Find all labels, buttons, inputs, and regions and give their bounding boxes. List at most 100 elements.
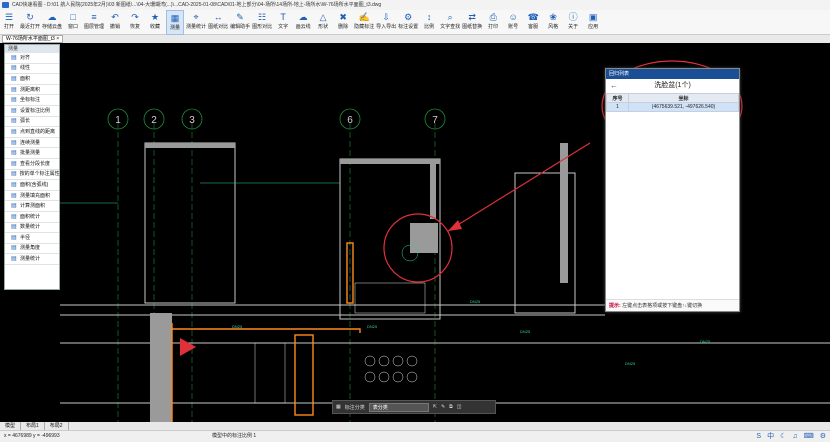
toolbar-button-label: 文字 [278, 24, 289, 30]
microphone-icon[interactable]: ♫ [792, 431, 797, 442]
back-arrow-icon[interactable]: ← [610, 79, 618, 93]
style-icon: ❀ [549, 12, 557, 22]
measure-item[interactable]: ▤ 测量角度 [5, 244, 59, 255]
toolbar-button-style[interactable]: ❀ 风格 [544, 10, 562, 35]
toolbar-button-collect[interactable]: ★ 收藏 [146, 10, 164, 35]
measure-item-icon: ▤ [11, 181, 17, 188]
hint-prefix: 提示: [609, 303, 621, 309]
toolbar-button-cloud-line[interactable]: ☁ 画云线 [294, 10, 312, 35]
measure-item-label: 坐标标注 [20, 97, 41, 104]
measure-item-label: 弧长 [20, 118, 31, 125]
hint-text: 左键点击表格项或按下键盘↑↓键切换 [622, 303, 703, 309]
measure-item[interactable]: ▤ 按的单个标注属性 [5, 170, 60, 181]
text-compare-icon: ☷ [258, 12, 267, 22]
toolbar-button-find-replace[interactable]: ⇄ 图纸替换 [462, 10, 482, 35]
toolbar-button-label: 导入导出 [376, 24, 397, 30]
toolbar-button-annotation-settings[interactable]: ⚙ 标注设置 [398, 10, 418, 35]
measure-item-label: 面积统计 [20, 213, 41, 220]
measure-item[interactable]: ▤ 设置标注比例 [5, 106, 59, 117]
measure-item[interactable]: ▤ 线性 [5, 64, 59, 75]
moon-icon[interactable]: ☾ [780, 431, 786, 442]
annotation-settings-icon: ⚙ [404, 12, 413, 22]
measure-item[interactable]: ▤ 面积 [5, 74, 59, 85]
measure-item-icon: ▤ [11, 224, 17, 231]
toolbar-button-window[interactable]: □ 窗口 [64, 10, 82, 35]
classify-select[interactable]: 表分类 [368, 402, 429, 412]
measure-item[interactable]: ▤ 数量统计 [5, 223, 59, 234]
grid-icon[interactable]: ▦ [336, 404, 341, 410]
toolbar-button-shape[interactable]: △ 形状 [314, 10, 332, 35]
toolbar-button-redo[interactable]: ↷ 恢复 [126, 10, 144, 35]
layout-tab[interactable]: 布局1 [21, 422, 45, 430]
measure-item[interactable]: ▤ 测量统计 [5, 254, 59, 265]
toolbar-button-label: 测量 [170, 25, 181, 31]
measure-item[interactable]: ▤ 测量填充面积 [5, 191, 59, 202]
toolbar-button-measure[interactable]: ▦ 测量 [166, 10, 185, 35]
cloud-line-icon: ☁ [298, 12, 308, 22]
measure-panel: 测量 ▤ 对齐 ▤ 线性 ▤ 面积 ▤ 测距离积 ▤ 坐标标注 ▤ 设置标注比例 ▤ 弧长 ▤ 点到直线的距离… [4, 44, 60, 290]
text-icon: T [280, 12, 286, 22]
toolbar-button-account[interactable]: ☺ 账号 [504, 10, 522, 35]
collect-icon: ★ [151, 12, 160, 22]
document-tab[interactable]: W-76场所水平面图_t3 × [2, 35, 64, 43]
measure-item[interactable]: ▤ 测距离积 [5, 85, 59, 96]
measure-item[interactable]: ▤ 批量测量 [5, 148, 59, 159]
toolbar-button-label: 恢复 [130, 24, 141, 30]
layout-tabs: 模型 布局1 布局2 [0, 422, 830, 430]
measure-item[interactable]: ▤ 点到直线的距离 [5, 127, 59, 138]
apps-icon: ▣ [588, 12, 598, 22]
toolbar-button-cloud[interactable]: ☁ 存储云盘 [42, 10, 62, 35]
about-icon: ⓘ [568, 12, 578, 22]
grid-axis-label: 6 [347, 115, 353, 126]
measure-item[interactable]: ▤ 弧长 [5, 117, 59, 128]
toolbar-button-print[interactable]: ⎙ 打印 [484, 10, 502, 35]
toolbar-button-text-find[interactable]: ⌕ 文字查找 [440, 10, 460, 35]
toolbar-button-label: 打印 [488, 24, 499, 30]
measure-item[interactable]: ▤ 面积统计 [5, 212, 59, 223]
measure-item[interactable]: ▤ 半径 [5, 233, 59, 244]
toolbar-button-assistant[interactable]: ✎ 编辑助手 [230, 10, 250, 35]
toolbar-button-delete[interactable]: ✖ 删除 [334, 10, 352, 35]
export-icon[interactable]: ⇱ [433, 404, 437, 410]
toolbar-button-edit-annotation[interactable]: ✍ 隐藏标注 [354, 10, 374, 35]
toolbar-button-import[interactable]: ⇩ 导入导出 [376, 10, 396, 35]
toolbar-button-text[interactable]: T 文字 [274, 10, 292, 35]
ime-icon[interactable]: S [756, 431, 761, 442]
keyboard-icon[interactable]: ⌨ [804, 431, 814, 442]
svg-text:DN25: DN25 [625, 361, 636, 366]
copy-icon[interactable]: ⧉ [449, 404, 453, 410]
toolbar-button-layer[interactable]: ≡ 图层管理 [84, 10, 104, 35]
toolbar-button-measure-tool[interactable]: ⌖ 测量统计 [186, 10, 206, 35]
toolbar-button-label: 图层管理 [84, 24, 105, 30]
measure-item[interactable]: ▤ 面积(含弧线) [5, 180, 59, 191]
toolbar-button-undo[interactable]: ↶ 撤销 [106, 10, 124, 35]
measure-item[interactable]: ▤ 坐标标注 [5, 95, 59, 106]
measure-item[interactable]: ▤ 对齐 [5, 53, 59, 64]
settings-icon[interactable]: ⚙ [820, 431, 826, 442]
toolbar-button-open[interactable]: ☰ 打开 [0, 10, 18, 35]
toolbar-button-scale[interactable]: ↕ 比例 [420, 10, 438, 35]
measure-item-icon: ▤ [11, 245, 17, 252]
toolbar-button-recent[interactable]: ↻ 最近打开 [20, 10, 40, 35]
toolbar-button-compare[interactable]: ↔ 图纸对比 [208, 10, 228, 35]
paste-icon[interactable]: ◫ [457, 404, 462, 410]
document-tab-bar: W-76场所水平面图_t3 × [0, 35, 830, 43]
undo-icon: ↶ [111, 12, 119, 22]
toolbar-button-about[interactable]: ⓘ 关于 [564, 10, 582, 35]
measure-item[interactable]: ▤ 查看分段长度 [5, 159, 59, 170]
toolbar-button-text-compare[interactable]: ☷ 图形对比 [252, 10, 272, 35]
measure-panel-header: 测量 [5, 45, 59, 53]
measure-item-icon: ▤ [11, 75, 17, 82]
table-row[interactable]: 1 (4675639.521, -497626.540) [606, 102, 739, 112]
measure-item[interactable]: ▤ 计算测面积 [5, 201, 59, 212]
measure-item-label: 计算测面积 [20, 203, 46, 210]
measure-item-icon: ▤ [11, 139, 17, 146]
layout-tab[interactable]: 模型 [0, 422, 22, 430]
toolbar-button-label: 图纸替换 [462, 24, 483, 30]
edit-icon[interactable]: ✎ [441, 404, 445, 410]
toolbar-button-service[interactable]: ☎ 客服 [524, 10, 542, 35]
measure-item[interactable]: ▤ 连续测量 [5, 138, 59, 149]
chinese-input-icon[interactable]: 中 [767, 431, 774, 442]
layout-tab[interactable]: 布局2 [45, 422, 69, 430]
toolbar-button-apps[interactable]: ▣ 应用 [584, 10, 602, 35]
